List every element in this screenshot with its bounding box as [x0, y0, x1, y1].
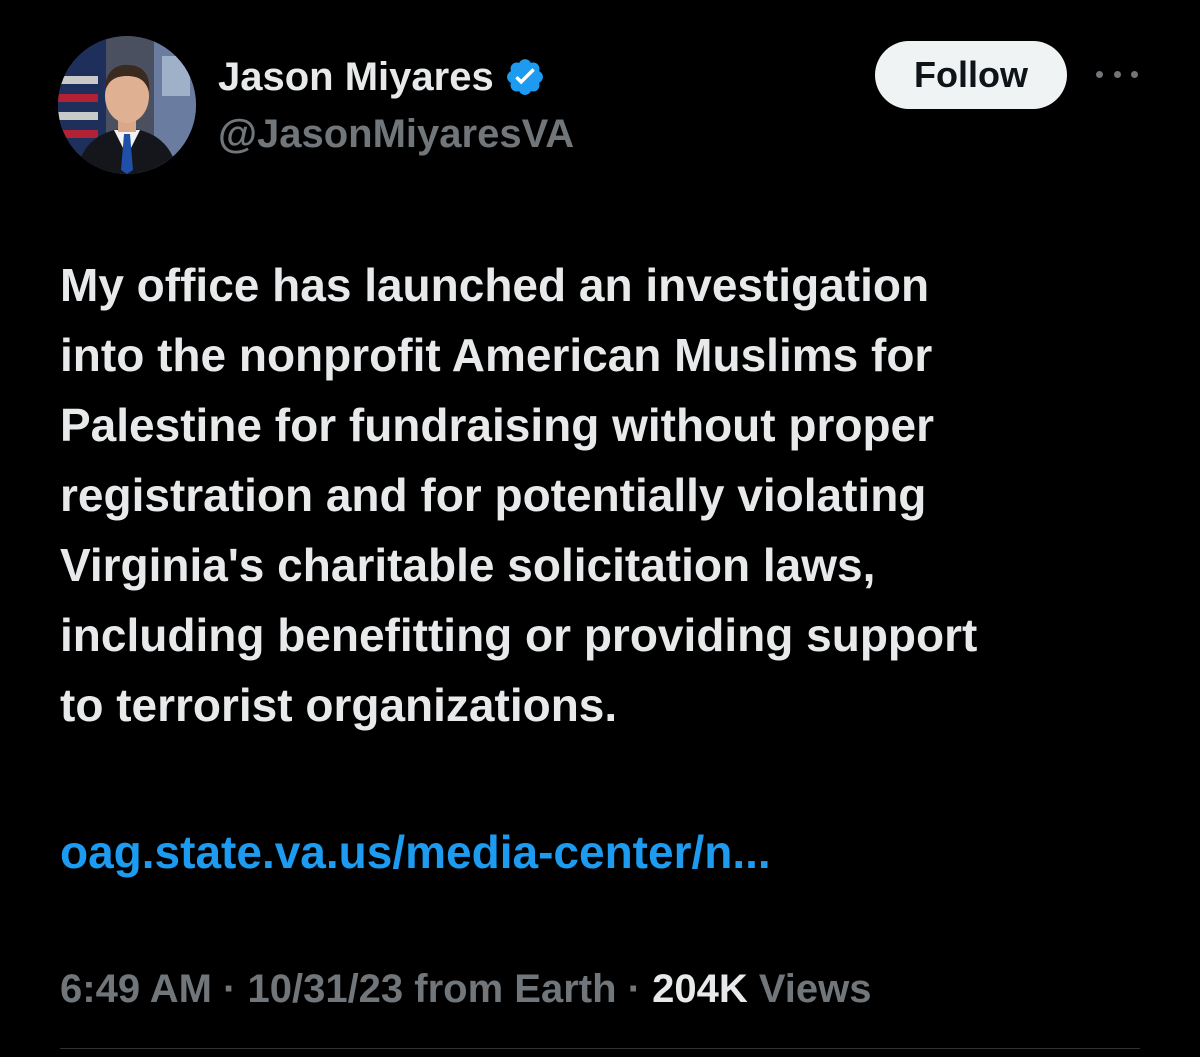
meta-separator: · [223, 967, 248, 1011]
meta-separator: · [627, 967, 653, 1011]
views-label: Views [758, 967, 872, 1011]
more-options-icon[interactable] [1096, 62, 1138, 86]
verified-badge-icon[interactable] [504, 56, 546, 98]
divider [60, 1048, 1140, 1049]
more-dot [1113, 70, 1121, 78]
tweet-text-line: registration and for potentially violati… [60, 469, 927, 521]
more-dot [1096, 70, 1103, 78]
tweet-meta: 6:49 AM · 10/31/23 from Earth · 204K Vie… [60, 962, 872, 1016]
tweet-text-line: to terrorist organizations. [60, 679, 618, 731]
tweet-time[interactable]: 6:49 AM [60, 967, 212, 1011]
more-dot [1131, 70, 1138, 78]
tweet-text-line: including benefitting or providing suppo… [60, 609, 978, 661]
handle[interactable]: @JasonMiyaresVA [218, 112, 574, 157]
follow-button[interactable]: Follow [875, 41, 1067, 109]
avatar-photo [58, 36, 196, 174]
tweet: Jason Miyares @JasonMiyaresVA Follow My … [0, 0, 1200, 1057]
view-count: 204K [652, 967, 759, 1011]
tweet-text: My office has launched an investigation … [60, 250, 1160, 740]
display-name[interactable]: Jason Miyares [218, 55, 494, 100]
avatar[interactable] [58, 36, 196, 174]
tweet-text-line: Virginia's charitable solicitation laws, [60, 539, 876, 591]
tweet-text-line: Palestine for fundraising without proper [60, 399, 935, 451]
tweet-link[interactable]: oag.state.va.us/media-center/n... [60, 822, 771, 882]
tweet-text-line: My office has launched an investigation [60, 259, 930, 311]
tweet-date-source[interactable]: 10/31/23 from Earth [247, 967, 616, 1011]
name-row: Jason Miyares [218, 52, 546, 102]
tweet-text-line: into the nonprofit American Muslims for [60, 329, 933, 381]
